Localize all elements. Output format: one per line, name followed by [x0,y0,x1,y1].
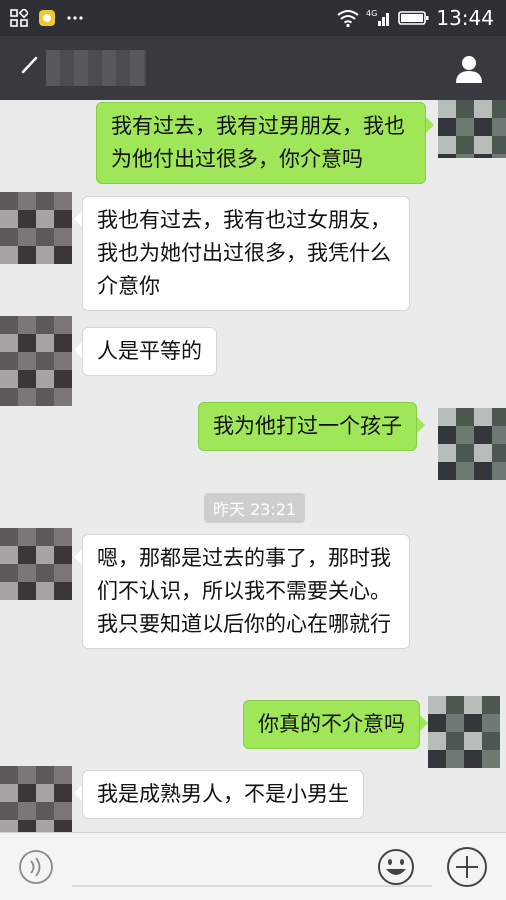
back-arrow-icon[interactable] [20,56,40,76]
signal-icon: 4G [366,9,390,26]
notification-app-icon [39,10,55,26]
message-bubble-outgoing[interactable]: 我为他打过一个孩子 [198,402,425,451]
app-grid-icon [10,9,28,27]
chat-area[interactable]: 我有过去，我有过男朋友，我也为他付出过很多，你介意吗 我也有过去，我有也过女朋友… [0,100,506,832]
contact-avatar[interactable] [0,316,72,406]
contact-avatar[interactable] [0,192,72,264]
my-avatar[interactable] [428,696,500,768]
plus-icon[interactable] [445,845,489,889]
chat-header [0,36,506,100]
contact-name[interactable] [46,50,146,86]
contact-avatar[interactable] [0,528,72,600]
message-bubble-incoming[interactable]: 人是平等的 [74,327,217,376]
input-bar [0,832,506,900]
status-bar: 4G 13:44 [0,0,506,36]
more-icon [67,16,83,20]
voice-icon[interactable] [16,847,56,887]
timestamp: 昨天 23:21 [204,493,306,523]
contact-avatar[interactable] [0,766,72,832]
message-bubble-outgoing[interactable]: 你真的不介意吗 [243,700,428,749]
status-time: 13:44 [436,6,494,30]
wifi-icon [337,10,359,28]
status-bar-left [10,9,84,27]
my-avatar[interactable] [438,100,506,158]
battery-icon [398,11,429,25]
message-bubble-outgoing[interactable]: 我有过去，我有过男朋友，我也为他付出过很多，你介意吗 [96,102,434,184]
message-bubble-incoming[interactable]: 我也有过去，我有也过女朋友，我也为她付出过很多，我凭什么介意你 [74,196,410,311]
message-bubble-incoming[interactable]: 嗯，那都是过去的事了，那时我们不认识，所以我不需要关心。我只要知道以后你的心在哪… [74,534,410,649]
person-icon[interactable] [454,54,484,84]
message-bubble-incoming[interactable]: 我是成熟男人，不是小男生 [74,770,364,819]
network-label: 4G [366,9,377,18]
emoji-icon[interactable] [376,847,416,887]
my-avatar[interactable] [438,408,506,480]
status-bar-right: 4G 13:44 [336,6,494,30]
